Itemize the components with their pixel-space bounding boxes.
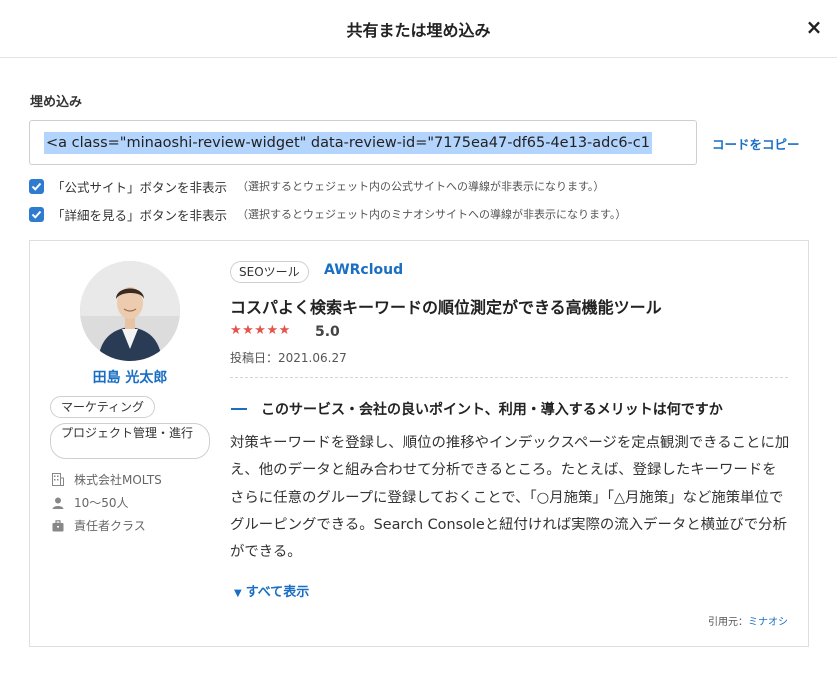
close-button[interactable]: ×: [803, 16, 825, 38]
review-question: このサービス・会社の良いポイント、利用・導入するメリットは何ですか: [261, 402, 723, 418]
source-prefix: 引用元：: [708, 617, 748, 628]
reviewer-tag: プロジェクト管理・進行: [50, 423, 210, 459]
divider: [230, 377, 788, 378]
modal-header: 共有または埋め込み ×: [0, 0, 837, 58]
show-all-button[interactable]: ▼ すべて表示: [234, 581, 309, 600]
question-marker: [231, 408, 247, 410]
option-label: 「公式サイト」ボタンを非表示: [52, 179, 228, 195]
review-answer: 対策キーワードを登録し、順位の推移やインデックスページを定点観測できることに加え…: [230, 435, 790, 561]
company-size: 10〜50人: [74, 496, 129, 510]
source-credit: 引用元：ミナオシ: [708, 613, 788, 628]
review-widget-preview: 田島 光太郎 マーケティング プロジェクト管理・進行 株式会社MOLTS 10〜…: [29, 240, 809, 647]
person-icon: [52, 497, 64, 509]
role-level: 責任者クラス: [74, 519, 146, 533]
reviewer-company-size: 10〜50人: [52, 494, 129, 511]
rating-score: 5.0: [315, 324, 340, 340]
company-name: 株式会社MOLTS: [74, 473, 162, 487]
option-note: （選択するとウェジェット内のミナオシサイトへの導線が非表示になります。）: [237, 208, 627, 221]
modal-title: 共有または埋め込み: [346, 21, 491, 40]
show-all-label: すべて表示: [245, 585, 310, 600]
embed-code-field[interactable]: <a class="minaoshi-review-widget" data-r…: [29, 120, 697, 165]
checkbox-hide-official-site[interactable]: [29, 178, 44, 194]
triangle-down-icon: ▼: [234, 588, 242, 599]
building-icon: [52, 473, 64, 486]
option-hide-official-site[interactable]: 「公式サイト」ボタンを非表示 （選択するとウェジェット内の公式サイトへの導線が非…: [29, 177, 604, 195]
service-name-link[interactable]: AWRcloud: [324, 262, 403, 278]
option-note: （選択するとウェジェット内の公式サイトへの導線が非表示になります。）: [237, 180, 605, 193]
option-hide-details[interactable]: 「詳細を見る」ボタンを非表示 （選択するとウェジェット内のミナオシサイトへの導線…: [29, 205, 626, 223]
category-badge: SEOツール: [230, 261, 309, 283]
reviewer-tag: マーケティング: [50, 396, 156, 418]
reviewer-company: 株式会社MOLTS: [52, 471, 162, 488]
option-label: 「詳細を見る」ボタンを非表示: [52, 207, 228, 223]
source-link[interactable]: ミナオシ: [748, 617, 788, 628]
reviewer-role: 責任者クラス: [52, 517, 146, 534]
copy-code-button[interactable]: コードをコピー: [712, 134, 800, 153]
briefcase-icon: [52, 519, 64, 531]
embed-label: 埋め込み: [30, 95, 83, 110]
avatar: [80, 261, 180, 361]
checkbox-hide-details[interactable]: [29, 206, 44, 222]
reviewer-name: 田島 光太郎: [92, 370, 168, 386]
star-rating: ★★★★★: [230, 323, 291, 338]
post-date: 投稿日：2021.06.27: [230, 351, 347, 365]
embed-code-text[interactable]: <a class="minaoshi-review-widget" data-r…: [44, 132, 652, 154]
review-title: コスパよく検索キーワードの順位測定ができる高機能ツール: [230, 298, 662, 317]
